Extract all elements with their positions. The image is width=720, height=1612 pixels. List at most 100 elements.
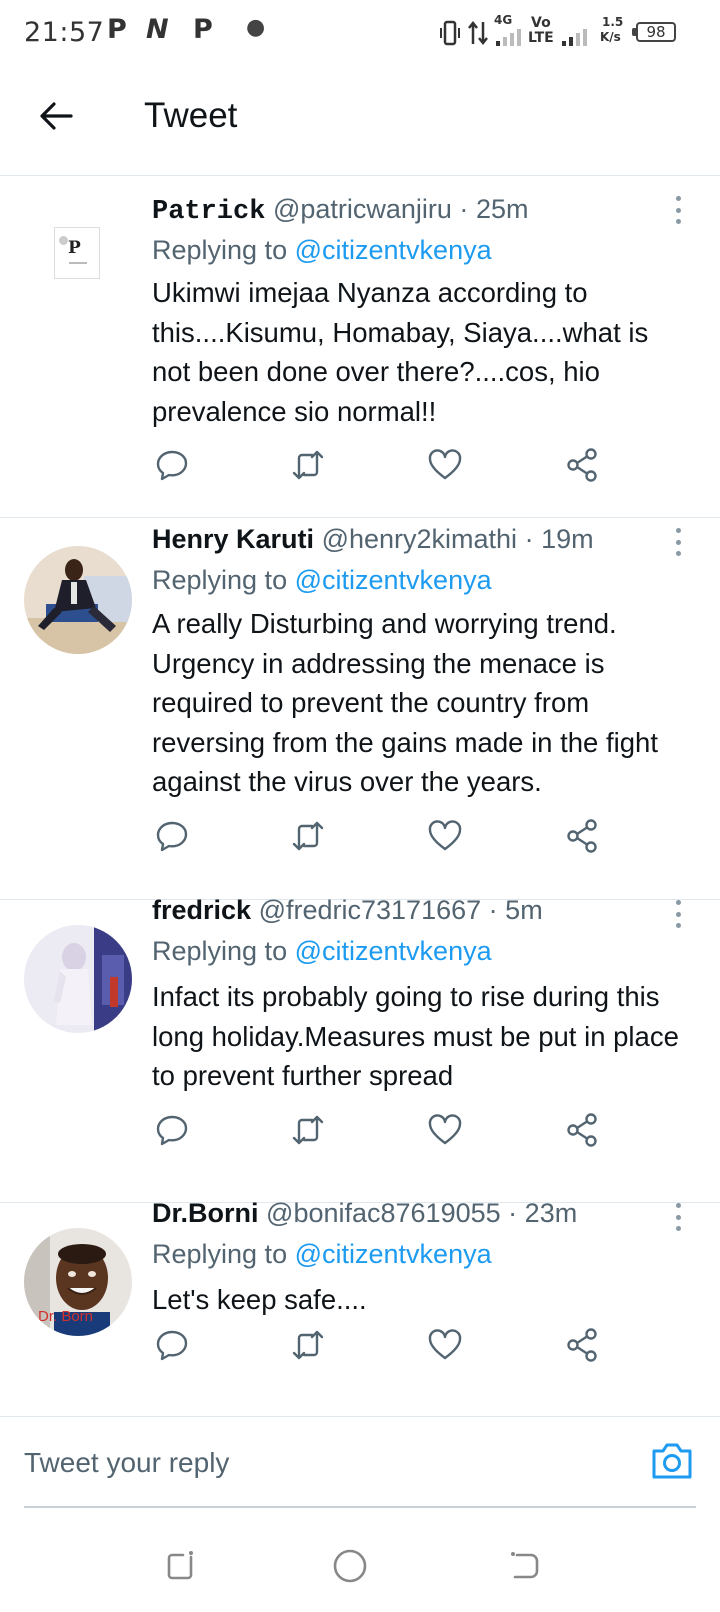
battery-icon: 98 (632, 22, 676, 42)
separator-dot: · (508, 1198, 518, 1228)
tweet-header: Dr.Borni @bonifac87619055 · 23m (152, 1198, 666, 1229)
retweet-icon (292, 450, 324, 480)
arrow-left-icon (40, 102, 73, 130)
replying-to-prefix: Replying to (152, 565, 288, 595)
like-button[interactable] (425, 1110, 465, 1150)
author-handle[interactable]: @fredric73171667 (259, 895, 482, 925)
network-4g-label: 4G (494, 13, 513, 27)
battery-level: 98 (646, 23, 666, 41)
tweet-time: 5m (505, 895, 543, 925)
status-time: 21:57 (24, 17, 105, 48)
home-circle-icon (333, 1549, 367, 1583)
author-name[interactable]: Dr.Borni (152, 1198, 259, 1228)
recent-apps-button[interactable] (158, 1544, 202, 1588)
retweet-button[interactable] (288, 1325, 328, 1365)
camera-icon (652, 1443, 692, 1479)
replying-to-prefix: Replying to (152, 235, 288, 265)
page-title: Tweet (144, 96, 238, 135)
author-name[interactable]: Henry Karuti (152, 524, 314, 554)
back-nav-icon (511, 1552, 539, 1579)
avatar[interactable]: P (54, 227, 100, 279)
retweet-button[interactable] (288, 445, 328, 485)
back-button[interactable] (34, 94, 78, 138)
tweet-card[interactable]: Henry Karuti @henry2kimathi · 19m Replyi… (0, 518, 720, 900)
comment-icon (156, 1115, 188, 1146)
author-handle[interactable]: @patricwanjiru (273, 194, 452, 224)
tweet-card[interactable]: fredrick @fredric73171667 · 5m Replying … (0, 895, 720, 1203)
reply-button[interactable] (152, 1110, 192, 1150)
volte-label: Vo LTE (528, 15, 554, 46)
share-icon (567, 1113, 597, 1147)
more-options-button[interactable] (666, 896, 690, 932)
camera-button[interactable] (650, 1441, 694, 1485)
reply-input[interactable] (24, 1439, 604, 1487)
replying-to-mention[interactable]: @citizentvkenya (295, 565, 492, 595)
app-header: Tweet (0, 66, 720, 176)
separator-dot: · (524, 524, 534, 554)
tweet-card[interactable]: Dr. Born Dr.Borni @bonifac87619055 · 23m… (0, 1198, 720, 1416)
avatar[interactable] (24, 546, 132, 654)
more-notifications-dot: ● (246, 15, 266, 40)
replying-to: Replying to @citizentvkenya (152, 235, 492, 266)
author-name[interactable]: fredrick (152, 895, 251, 925)
signal-strength-1-icon (496, 28, 521, 46)
notification-n-icon: N (146, 14, 169, 45)
more-options-button[interactable] (666, 524, 690, 560)
like-button[interactable] (425, 816, 465, 856)
tweet-text: Infact its probably going to rise during… (152, 981, 679, 1091)
avatar-caption-line (69, 262, 87, 264)
replying-to: Replying to @citizentvkenya (152, 1239, 492, 1270)
notification-p-icon: P (107, 14, 127, 45)
tweet-card[interactable]: P Patrick @patricwanjiru · 25m Replying … (0, 177, 720, 518)
tweet-actions (152, 816, 632, 856)
like-button[interactable] (425, 1325, 465, 1365)
replying-to-mention[interactable]: @citizentvkenya (295, 235, 492, 265)
retweet-button[interactable] (288, 816, 328, 856)
replying-to-mention[interactable]: @citizentvkenya (295, 936, 492, 966)
replying-to: Replying to @citizentvkenya (152, 936, 492, 967)
tweet-header: Patrick @patricwanjiru · 25m (152, 194, 666, 227)
recent-apps-icon (167, 1551, 193, 1580)
share-button[interactable] (562, 1110, 602, 1150)
avatar[interactable]: Dr. Born (24, 1228, 132, 1336)
author-handle[interactable]: @henry2kimathi (322, 524, 518, 554)
tweet-time: 19m (541, 524, 594, 554)
reply-button[interactable] (152, 445, 192, 485)
back-nav-button[interactable] (502, 1544, 546, 1588)
comment-icon (156, 450, 188, 481)
author-handle[interactable]: @bonifac87619055 (266, 1198, 501, 1228)
share-button[interactable] (562, 1325, 602, 1365)
tweet-actions (152, 1325, 632, 1365)
reply-button[interactable] (152, 1325, 192, 1365)
replying-to-prefix: Replying to (152, 1239, 288, 1269)
more-options-button[interactable] (666, 192, 690, 228)
avatar[interactable] (24, 925, 132, 1033)
status-bar: 21:57 P N P ● 4G Vo LTE 1.5 K/s 98 (0, 0, 720, 66)
vibrate-icon (440, 20, 460, 46)
share-icon (567, 819, 597, 853)
share-icon (567, 448, 597, 482)
heart-icon (428, 820, 462, 851)
tweet-header: Henry Karuti @henry2kimathi · 19m (152, 524, 666, 555)
notification-p2-icon: P (193, 14, 213, 45)
separator-dot: · (459, 194, 469, 224)
heart-icon (428, 449, 462, 480)
network-speed-value: 1.5 (602, 15, 624, 29)
author-name[interactable]: Patrick (152, 197, 265, 227)
reply-button[interactable] (152, 816, 192, 856)
replying-to: Replying to @citizentvkenya (152, 565, 492, 596)
replying-to-mention[interactable]: @citizentvkenya (295, 1239, 492, 1269)
share-button[interactable] (562, 445, 602, 485)
share-icon (567, 1328, 597, 1362)
heart-icon (428, 1114, 462, 1145)
more-options-button[interactable] (666, 1199, 690, 1235)
home-button[interactable] (328, 1544, 372, 1588)
retweet-icon (292, 1115, 324, 1145)
share-button[interactable] (562, 816, 602, 856)
system-nav-bar (0, 1530, 720, 1612)
like-button[interactable] (425, 445, 465, 485)
comment-icon (156, 1330, 188, 1361)
replying-to-prefix: Replying to (152, 936, 288, 966)
retweet-button[interactable] (288, 1110, 328, 1150)
avatar-photo (24, 546, 132, 654)
